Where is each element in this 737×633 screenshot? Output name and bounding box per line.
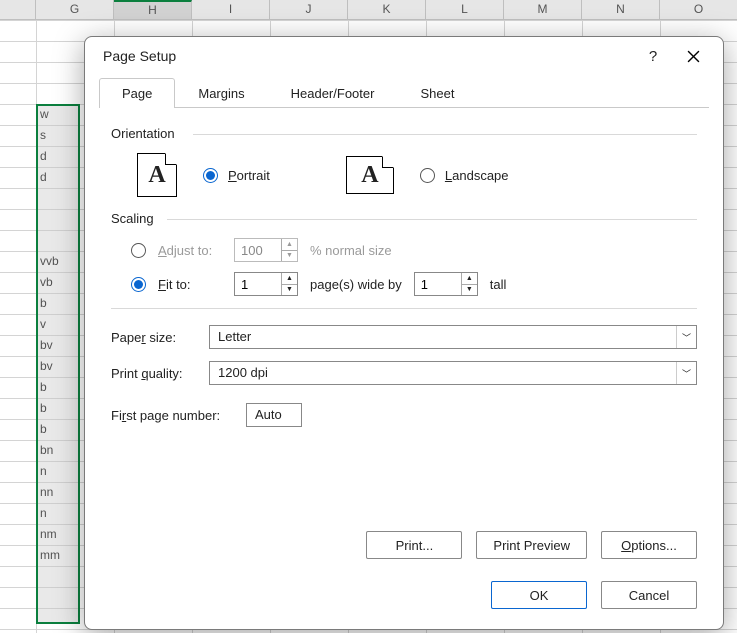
tab-sheet[interactable]: Sheet <box>397 78 477 108</box>
fit-tall-suffix: tall <box>490 277 507 292</box>
first-page-input[interactable]: Auto <box>246 403 302 427</box>
spinner-down-icon[interactable]: ▼ <box>462 285 477 296</box>
chevron-down-icon[interactable]: ﹀ <box>676 362 696 384</box>
close-button[interactable] <box>673 41 713 71</box>
scaling-label: Scaling <box>111 211 697 226</box>
close-icon <box>687 50 700 63</box>
page-setup-dialog: Page Setup ? PageMarginsHeader/FooterShe… <box>84 36 724 630</box>
landscape-radio[interactable] <box>420 168 435 183</box>
cell[interactable]: nn <box>40 482 80 503</box>
cell[interactable]: s <box>40 125 80 146</box>
cell[interactable] <box>40 188 80 209</box>
col-header[interactable]: N <box>582 0 660 19</box>
adjust-to-input[interactable] <box>235 239 281 261</box>
landscape-label: Landscape <box>445 168 509 183</box>
print-quality-value: 1200 dpi <box>210 362 676 384</box>
cell[interactable]: nm <box>40 524 80 545</box>
cell[interactable]: mm <box>40 545 80 566</box>
portrait-page-icon: A <box>137 153 177 197</box>
cell[interactable] <box>40 209 80 230</box>
tab-header-footer[interactable]: Header/Footer <box>268 78 398 108</box>
cell[interactable]: bv <box>40 335 80 356</box>
cell[interactable]: bv <box>40 356 80 377</box>
cancel-button[interactable]: Cancel <box>601 581 697 609</box>
fit-tall-input[interactable] <box>415 273 461 295</box>
cell[interactable]: bn <box>40 440 80 461</box>
paper-size-value: Letter <box>210 326 676 348</box>
cell[interactable]: w <box>40 104 80 125</box>
col-header[interactable]: M <box>504 0 582 19</box>
first-page-label: First page number: <box>111 408 246 423</box>
adjust-to-row: Adjust to: ▲▼ % normal size <box>111 238 697 262</box>
cell[interactable]: d <box>40 146 80 167</box>
adjust-to-radio[interactable] <box>131 243 146 258</box>
cell[interactable]: b <box>40 419 80 440</box>
spinner-up-icon[interactable]: ▲ <box>282 239 297 251</box>
fit-wide-input[interactable] <box>235 273 281 295</box>
first-page-row: First page number: Auto <box>111 403 697 427</box>
col-header[interactable]: O <box>660 0 737 19</box>
dialog-title: Page Setup <box>103 48 633 64</box>
chevron-down-icon[interactable]: ﹀ <box>676 326 696 348</box>
print-quality-label: Print quality: <box>111 366 209 381</box>
tab-page[interactable]: Page <box>99 78 175 108</box>
cell[interactable]: b <box>40 293 80 314</box>
adjust-to-suffix: % normal size <box>310 243 392 258</box>
cell[interactable]: d <box>40 167 80 188</box>
paper-size-row: Paper size: Letter ﹀ <box>111 325 697 349</box>
orientation-label: Orientation <box>111 126 697 141</box>
portrait-radio[interactable] <box>203 168 218 183</box>
cell[interactable]: vvb <box>40 251 80 272</box>
cell[interactable]: vb <box>40 272 80 293</box>
print-preview-button[interactable]: Print Preview <box>476 531 587 559</box>
divider <box>111 308 697 309</box>
cell[interactable]: n <box>40 461 80 482</box>
spinner-down-icon[interactable]: ▼ <box>282 251 297 262</box>
paper-size-combo[interactable]: Letter ﹀ <box>209 325 697 349</box>
print-quality-combo[interactable]: 1200 dpi ﹀ <box>209 361 697 385</box>
tab-margins[interactable]: Margins <box>175 78 267 108</box>
action-buttons: Print... Print Preview Options... <box>366 531 697 559</box>
dialog-buttons: OK Cancel <box>491 581 697 609</box>
print-button[interactable]: Print... <box>366 531 462 559</box>
cell[interactable] <box>40 230 80 251</box>
fit-mid-label: page(s) wide by <box>310 277 402 292</box>
cell[interactable]: v <box>40 314 80 335</box>
fit-tall-spinner[interactable]: ▲▼ <box>414 272 478 296</box>
col-header[interactable]: G <box>36 0 114 19</box>
paper-size-label: Paper size: <box>111 330 209 345</box>
col-header[interactable]: L <box>426 0 504 19</box>
scaling-group: Scaling Adjust to: ▲▼ % normal size Fit … <box>111 211 697 296</box>
options-button[interactable]: Options... <box>601 531 697 559</box>
print-quality-row: Print quality: 1200 dpi ﹀ <box>111 361 697 385</box>
dialog-content: Orientation A Portrait A Landscape <box>85 108 723 629</box>
col-header[interactable]: I <box>192 0 270 19</box>
tabstrip: PageMarginsHeader/FooterSheet <box>85 75 723 107</box>
adjust-to-label: Adjust to: <box>158 243 222 258</box>
adjust-to-spinner[interactable]: ▲▼ <box>234 238 298 262</box>
landscape-page-icon: A <box>346 156 394 194</box>
fit-to-label: Fit to: <box>158 277 222 292</box>
ok-button[interactable]: OK <box>491 581 587 609</box>
portrait-label: Portrait <box>228 168 270 183</box>
col-header[interactable]: J <box>270 0 348 19</box>
cell[interactable]: b <box>40 398 80 419</box>
fit-to-row: Fit to: ▲▼ page(s) wide by ▲▼ tall <box>111 272 697 296</box>
titlebar: Page Setup ? <box>85 37 723 75</box>
col-header[interactable]: H <box>114 0 192 19</box>
fit-wide-spinner[interactable]: ▲▼ <box>234 272 298 296</box>
col-header[interactable]: K <box>348 0 426 19</box>
help-button[interactable]: ? <box>633 41 673 71</box>
cell[interactable]: n <box>40 503 80 524</box>
spinner-up-icon[interactable]: ▲ <box>282 273 297 285</box>
spinner-down-icon[interactable]: ▼ <box>282 285 297 296</box>
column-headers: GHIJKLMNO <box>0 0 737 20</box>
cell[interactable]: b <box>40 377 80 398</box>
spinner-up-icon[interactable]: ▲ <box>462 273 477 285</box>
fit-to-radio[interactable] <box>131 277 146 292</box>
orientation-group: Orientation A Portrait A Landscape <box>111 126 697 197</box>
